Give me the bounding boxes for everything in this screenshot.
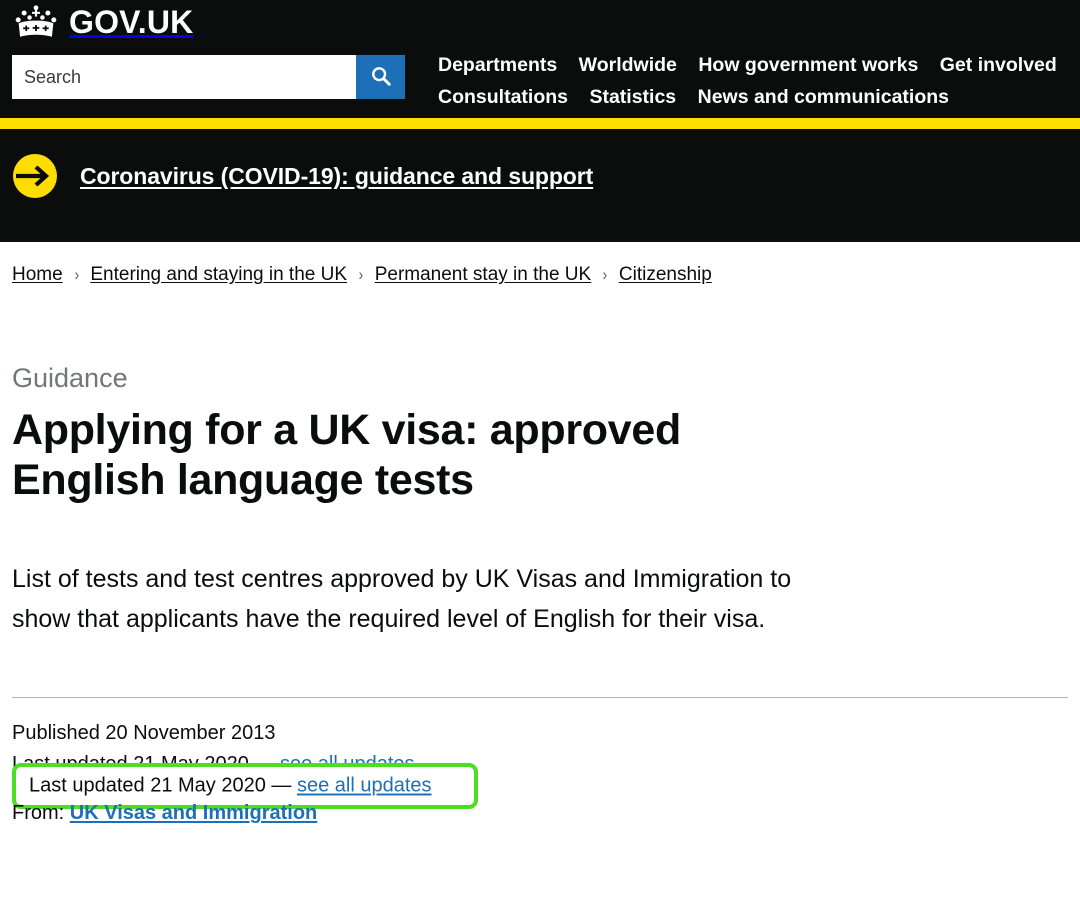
breadcrumb-item-entering-and-staying-in-the-uk[interactable]: Entering and staying in the UK bbox=[90, 264, 347, 285]
from-label: From: bbox=[12, 802, 65, 825]
search-submit-button[interactable] bbox=[356, 55, 405, 99]
page-root: GOV.UK Departments Worldwide How governm… bbox=[0, 0, 1080, 905]
metadata-divider bbox=[12, 697, 1068, 699]
published-line: Published 20 November 2013 bbox=[12, 722, 276, 745]
nav-row-1: Departments Worldwide How government wor… bbox=[438, 50, 1078, 82]
from-organisation-link[interactable]: UK Visas and Immigration bbox=[70, 802, 317, 824]
nav-link-consultations[interactable]: Consultations bbox=[438, 82, 568, 113]
breadcrumb-item-permanent-stay-in-the-uk[interactable]: Permanent stay in the UK bbox=[375, 264, 592, 285]
page-description: List of tests and test centres approved … bbox=[12, 565, 792, 634]
covid-banner: Coronavirus (COVID-19): guidance and sup… bbox=[0, 129, 1080, 242]
breadcrumb-item-home[interactable]: Home bbox=[12, 264, 63, 285]
govuk-logo-text: GOV.UK bbox=[69, 3, 194, 40]
nav-link-how-government-works[interactable]: How government works bbox=[698, 50, 918, 81]
highlight-annotation-content: Last updated 21 May 2020 — see all updat… bbox=[29, 775, 432, 798]
covid-banner-inner: Coronavirus (COVID-19): guidance and sup… bbox=[12, 153, 593, 199]
govuk-logo-link[interactable]: GOV.UK bbox=[12, 4, 194, 42]
chevron-right-icon: › bbox=[602, 265, 608, 284]
primary-navigation: Departments Worldwide How government wor… bbox=[438, 50, 1078, 114]
chevron-right-icon: › bbox=[358, 265, 364, 284]
arrow-right-circle-icon bbox=[12, 153, 58, 199]
search-icon bbox=[370, 65, 392, 90]
crown-icon bbox=[12, 4, 60, 42]
document-type-label: Guidance bbox=[12, 363, 128, 393]
highlight-last-updated-text: Last updated 21 May 2020 — bbox=[29, 774, 297, 797]
chevron-right-icon: › bbox=[74, 265, 79, 284]
nav-link-news-and-communications[interactable]: News and communications bbox=[698, 82, 949, 113]
site-search-form bbox=[12, 55, 405, 99]
nav-link-worldwide[interactable]: Worldwide bbox=[579, 50, 677, 81]
breadcrumb: Home › Entering and staying in the UK › … bbox=[0, 242, 1080, 286]
breadcrumb-item-citizenship[interactable]: Citizenship bbox=[619, 264, 712, 285]
highlight-see-all-updates-link[interactable]: see all updates bbox=[297, 775, 432, 797]
nav-link-statistics[interactable]: Statistics bbox=[589, 82, 676, 113]
search-input[interactable] bbox=[12, 55, 356, 99]
from-line: From: UK Visas and Immigration bbox=[12, 798, 1068, 829]
main-content: Guidance Applying for a UK visa: approve… bbox=[0, 363, 1080, 859]
nav-link-departments[interactable]: Departments bbox=[438, 50, 557, 81]
nav-row-2: Consultations Statistics News and commun… bbox=[438, 82, 1078, 114]
page-title: Applying for a UK visa: approved English… bbox=[12, 405, 681, 504]
yellow-accent-bar bbox=[0, 118, 1080, 129]
site-header: GOV.UK Departments Worldwide How governm… bbox=[0, 0, 1080, 118]
covid-banner-link[interactable]: Coronavirus (COVID-19): guidance and sup… bbox=[80, 163, 593, 190]
nav-link-get-involved[interactable]: Get involved bbox=[940, 50, 1057, 81]
metadata-block: Published 20 November 2013 Last updated … bbox=[12, 718, 1068, 859]
